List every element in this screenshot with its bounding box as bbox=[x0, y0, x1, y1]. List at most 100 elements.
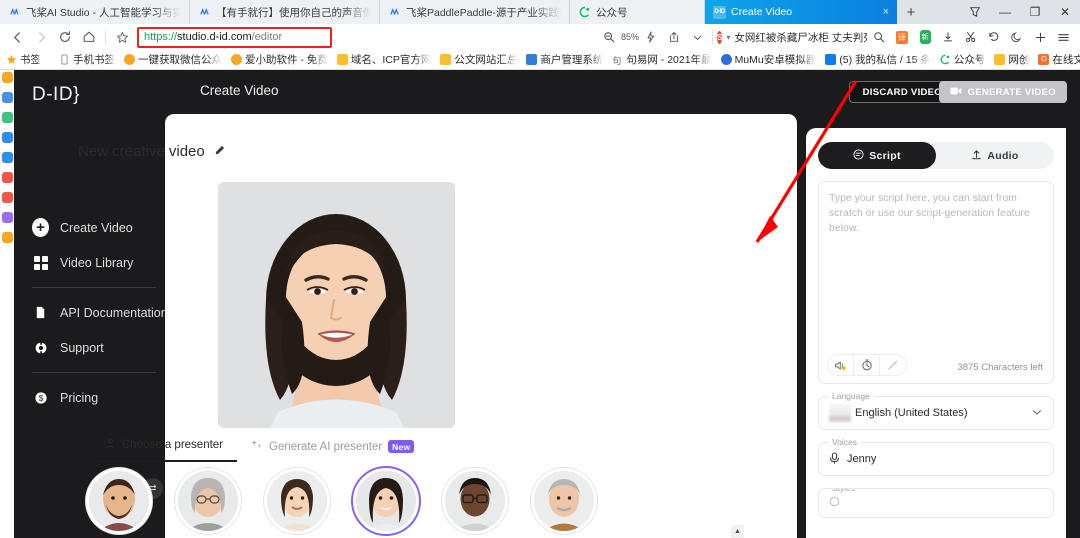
presenter-avatar-2[interactable] bbox=[175, 468, 241, 534]
language-select[interactable]: Language English (United States) bbox=[818, 396, 1054, 430]
chevron-down-icon[interactable] bbox=[686, 26, 708, 48]
history-icon[interactable] bbox=[983, 26, 1005, 48]
right-panel: Script Audio Type your script here, you … bbox=[806, 128, 1066, 538]
presenter-preview-image bbox=[218, 182, 455, 428]
browser-tab-active-create-video[interactable]: D·ID Create Video × bbox=[705, 0, 897, 24]
bookmark-item[interactable]: 域名、ICP官方网 bbox=[337, 52, 432, 67]
new-tab-button[interactable]: + bbox=[897, 0, 925, 24]
timer-icon[interactable] bbox=[854, 354, 880, 376]
presenter-list-scrollbar[interactable]: ▲ bbox=[731, 525, 744, 538]
script-icon bbox=[853, 149, 864, 163]
add-icon[interactable] bbox=[1029, 26, 1051, 48]
screenshot-scissors-icon[interactable] bbox=[960, 26, 982, 48]
app-header: Create Video DISCARD VIDEO GENERATE VIDE… bbox=[174, 70, 1080, 114]
maximize-button[interactable]: ❐ bbox=[1020, 0, 1050, 24]
tab-label: 飞桨AI Studio - 人工智能学习与实训 bbox=[26, 5, 181, 20]
bookmark-item[interactable]: (5) 我的私信 / 15 条 bbox=[825, 52, 931, 67]
browser-side-rail bbox=[0, 70, 14, 538]
dark-mode-icon[interactable] bbox=[1006, 26, 1028, 48]
sidebar-item-create-video[interactable]: + Create Video bbox=[14, 210, 174, 245]
voices-legend: Voices bbox=[828, 437, 861, 447]
zoom-out-icon[interactable] bbox=[598, 26, 620, 48]
menu-icon[interactable] bbox=[1052, 26, 1074, 48]
rail-icon[interactable] bbox=[2, 212, 13, 223]
bookmark-item[interactable]: MuMu安卓模拟器 bbox=[721, 52, 817, 67]
bookmark-label: 公众号 bbox=[954, 52, 986, 67]
sidebar-item-api-documentation[interactable]: API Documentation bbox=[14, 295, 174, 330]
rail-icon[interactable] bbox=[2, 232, 13, 243]
rail-icon[interactable] bbox=[2, 92, 13, 103]
rail-icon[interactable] bbox=[2, 132, 13, 143]
folder-icon bbox=[337, 54, 348, 65]
tab-script[interactable]: Script bbox=[818, 142, 936, 169]
video-camera-icon bbox=[950, 86, 962, 99]
translate-icon[interactable]: 译 bbox=[891, 26, 913, 48]
lightning-icon[interactable] bbox=[640, 26, 662, 48]
sidebar-item-pricing[interactable]: $ Pricing bbox=[14, 380, 174, 415]
speaker-icon[interactable] bbox=[828, 354, 854, 376]
rail-icon[interactable] bbox=[2, 172, 13, 183]
rail-icon[interactable] bbox=[2, 152, 13, 163]
forward-icon[interactable] bbox=[30, 26, 52, 48]
presenter-avatar-5[interactable] bbox=[442, 468, 508, 534]
bookmark-item[interactable]: 公众号 bbox=[940, 52, 986, 67]
styles-select[interactable]: Styles bbox=[818, 488, 1054, 518]
extension-icon[interactable]: 新 bbox=[914, 26, 936, 48]
address-bar[interactable]: https://studio.d-id.com/editor bbox=[137, 27, 332, 48]
paddle-favicon-icon bbox=[388, 6, 401, 19]
presenter-avatar-4-selected[interactable] bbox=[353, 468, 419, 534]
divider bbox=[32, 372, 156, 373]
browser-extras-icon[interactable] bbox=[960, 0, 990, 24]
download-icon[interactable] bbox=[937, 26, 959, 48]
magic-wand-icon[interactable] bbox=[880, 354, 906, 376]
bookmark-item[interactable]: 网创 bbox=[994, 52, 1029, 67]
rail-icon[interactable] bbox=[2, 112, 13, 123]
bookmark-label: 在线文件MD5码校 bbox=[1052, 52, 1080, 67]
search-suggestion-chip[interactable]: S ▾ 女网红被杀藏尸冰柜 丈夫判死缓 bbox=[717, 30, 867, 45]
character-count: 3875 Characters left bbox=[957, 362, 1043, 373]
rail-icon[interactable] bbox=[2, 72, 13, 83]
zoom-level-label: 85% bbox=[621, 32, 639, 42]
video-title-group[interactable]: New creative video bbox=[78, 143, 226, 160]
browser-tab-2[interactable]: 【有手就行】使用你自己的声音做语音 bbox=[190, 0, 380, 24]
search-icon[interactable] bbox=[868, 26, 890, 48]
presenter-avatar-3[interactable] bbox=[264, 468, 330, 534]
close-icon[interactable]: × bbox=[877, 6, 889, 18]
person-icon bbox=[105, 438, 116, 452]
panel-tab-group: Script Audio bbox=[818, 142, 1054, 169]
tab-generate-ai-presenter[interactable]: Generate AI presenter New bbox=[237, 439, 428, 462]
bookmark-item[interactable]: 句 句易网 - 2021年最 bbox=[612, 52, 711, 67]
voices-select[interactable]: Voices Jenny bbox=[818, 442, 1054, 476]
share-icon[interactable] bbox=[663, 26, 685, 48]
script-textarea[interactable]: Type your script here, you can start fro… bbox=[818, 181, 1054, 384]
bookmark-item[interactable]: O 在线文件MD5码校 bbox=[1038, 52, 1080, 67]
tab-choose-a-presenter[interactable]: Choose a presenter bbox=[91, 438, 237, 462]
minimize-button[interactable]: — bbox=[990, 0, 1020, 24]
browser-tab-4[interactable]: 公众号 bbox=[570, 0, 705, 24]
presenter-avatar-1[interactable] bbox=[86, 468, 152, 534]
sidebar-item-video-library[interactable]: Video Library bbox=[14, 245, 174, 280]
chevron-down-icon[interactable] bbox=[1031, 406, 1043, 421]
presenter-avatar-6[interactable] bbox=[531, 468, 597, 534]
scroll-up-icon[interactable]: ▲ bbox=[731, 525, 744, 538]
browser-tab-1[interactable]: 飞桨AI Studio - 人工智能学习与实训 bbox=[0, 0, 190, 24]
bookmark-item[interactable]: 爱小助软件 - 免费 bbox=[231, 52, 328, 67]
home-icon[interactable] bbox=[78, 26, 100, 48]
style-icon bbox=[829, 496, 840, 510]
bookmark-star-icon[interactable] bbox=[111, 26, 133, 48]
reload-icon[interactable] bbox=[54, 26, 76, 48]
rail-icon[interactable] bbox=[2, 192, 13, 203]
close-window-button[interactable]: ✕ bbox=[1050, 0, 1080, 24]
bookmark-item[interactable]: 商户管理系统 bbox=[526, 52, 603, 67]
back-icon[interactable] bbox=[6, 26, 28, 48]
bookmark-item[interactable]: 公文网站汇总 bbox=[440, 52, 517, 67]
bookmark-item[interactable]: 书签 bbox=[6, 52, 41, 67]
tab-audio[interactable]: Audio bbox=[936, 142, 1054, 169]
bookmark-item[interactable]: 一键获取微信公众 bbox=[124, 52, 222, 67]
bookmark-item[interactable]: 手机书签 bbox=[59, 52, 115, 67]
bookmark-label: 域名、ICP官方网 bbox=[351, 52, 432, 67]
generate-video-button[interactable]: GENERATE VIDEO bbox=[939, 81, 1067, 103]
browser-tab-3[interactable]: 飞桨PaddlePaddle-源于产业实践的开 bbox=[380, 0, 570, 24]
pencil-icon[interactable] bbox=[214, 144, 226, 159]
sidebar-item-support[interactable]: Support bbox=[14, 330, 174, 365]
